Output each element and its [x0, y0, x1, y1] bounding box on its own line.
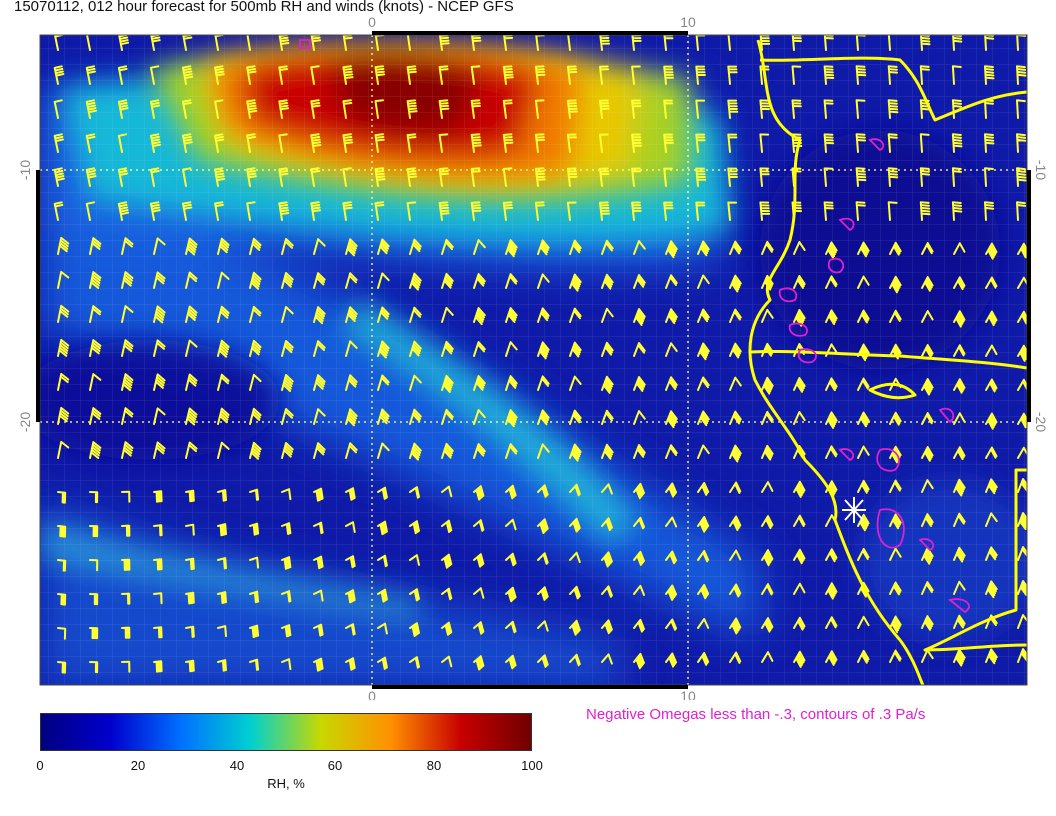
colorbar-label-20: 20 — [130, 758, 146, 773]
forecast-map: 0 10 0 10 -10 -20 -10 -20 — [17, 14, 1049, 700]
rh-field — [40, 35, 1027, 685]
colorbar-title: RH, % — [267, 776, 305, 791]
lat-tick-left-20: -20 — [17, 412, 33, 432]
colorbar-label-80: 80 — [426, 758, 442, 773]
lat-tick-left-10: -10 — [17, 160, 33, 180]
lon-tick-bottom-10: 10 — [680, 688, 696, 700]
colorbar-label-60: 60 — [327, 758, 343, 773]
rh-colorbar — [40, 713, 532, 751]
lon-tick-bottom-0: 0 — [368, 688, 376, 700]
lat-tick-right-20: -20 — [1033, 412, 1049, 432]
station-asterisk-icon — [842, 497, 866, 523]
omega-note: Negative Omegas less than -.3, contours … — [586, 706, 926, 723]
lon-tick-top-10: 10 — [680, 14, 696, 30]
colorbar-label-0: 0 — [36, 758, 44, 773]
colorbar-label-100: 100 — [521, 758, 543, 773]
lon-tick-top-0: 0 — [368, 14, 376, 30]
lat-tick-right-10: -10 — [1033, 160, 1049, 180]
colorbar-label-40: 40 — [229, 758, 245, 773]
